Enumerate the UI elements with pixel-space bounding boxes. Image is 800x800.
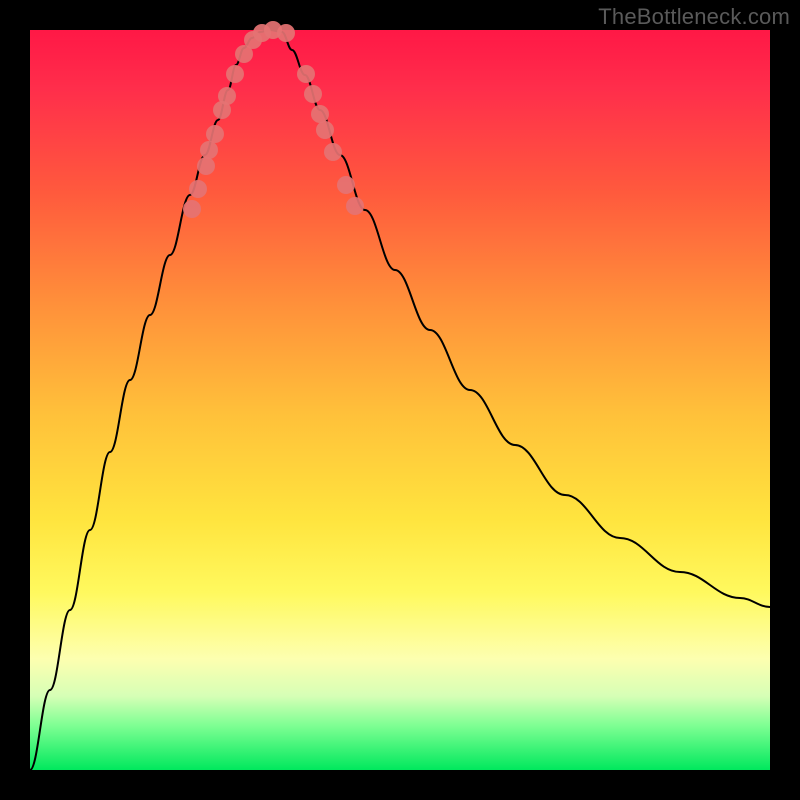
watermark-text: TheBottleneck.com <box>598 4 790 30</box>
chart-frame: TheBottleneck.com <box>0 0 800 800</box>
data-point <box>311 105 329 123</box>
marker-layer <box>183 21 364 218</box>
curve-layer <box>30 30 770 770</box>
data-point <box>183 200 201 218</box>
data-point <box>200 141 218 159</box>
curve-right-branch <box>282 32 770 607</box>
data-point <box>337 176 355 194</box>
chart-svg <box>30 30 770 770</box>
data-point <box>206 125 224 143</box>
data-point <box>297 65 315 83</box>
data-point <box>189 180 207 198</box>
data-point <box>226 65 244 83</box>
data-point <box>218 87 236 105</box>
data-point <box>346 197 364 215</box>
curve-left-branch <box>30 32 260 770</box>
data-point <box>197 157 215 175</box>
chart-plot-area <box>30 30 770 770</box>
data-point <box>304 85 322 103</box>
data-point <box>277 24 295 42</box>
data-point <box>324 143 342 161</box>
data-point <box>316 121 334 139</box>
